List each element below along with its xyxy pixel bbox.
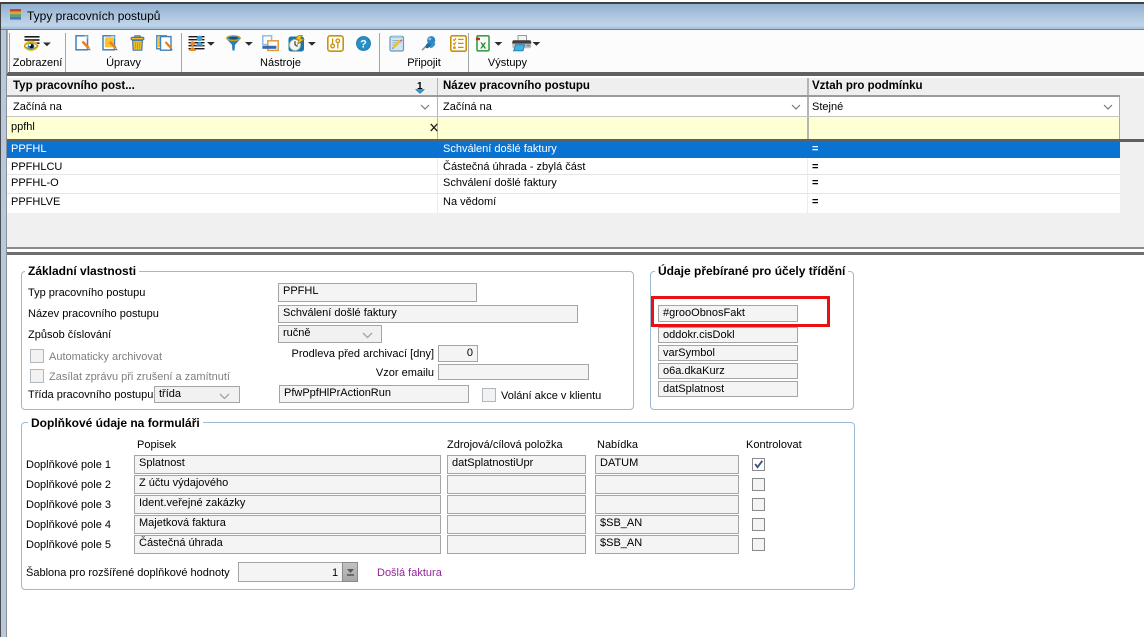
svg-text:?: ? [360,39,367,51]
svg-text:x: x [480,39,487,51]
